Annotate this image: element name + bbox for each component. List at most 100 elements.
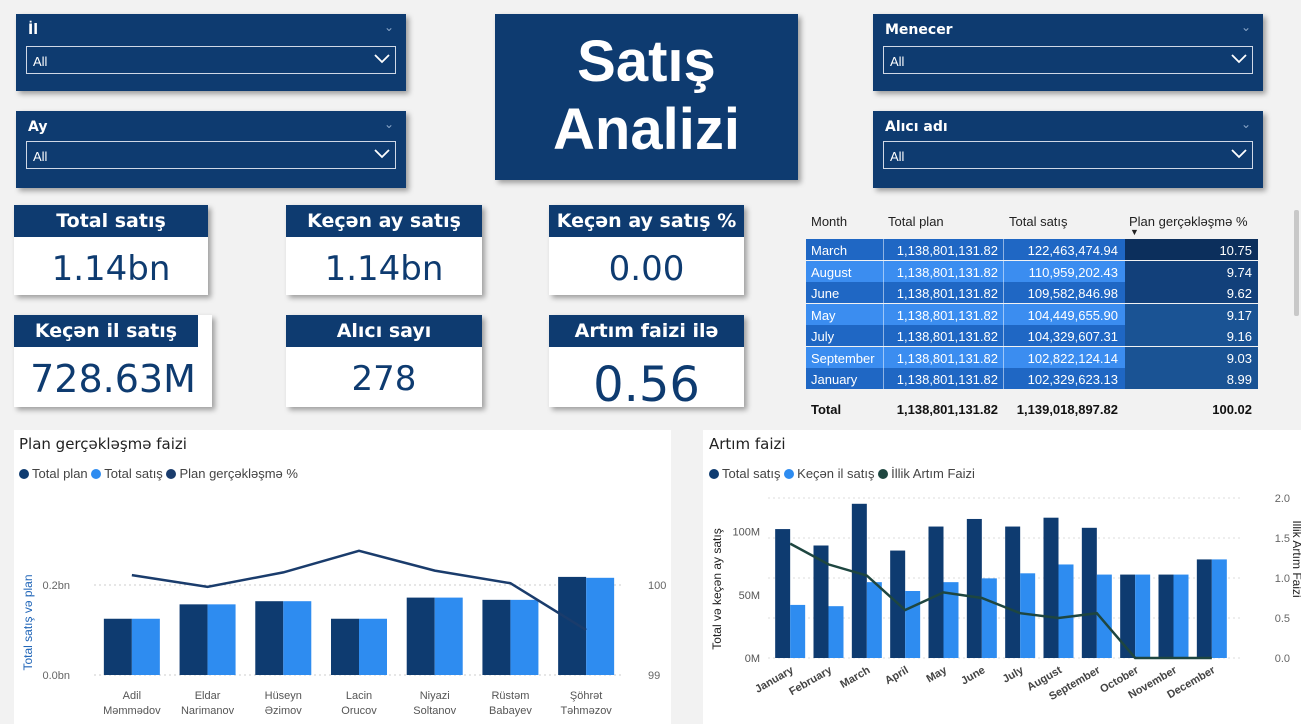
card-label: Artım faizi ilə görə: [549, 315, 744, 374]
table-row[interactable]: September 1,138,801,131.82 102,822,124.14 9…: [806, 346, 1258, 368]
card-last-year-sales: Keçən il satış 728.63M: [14, 315, 212, 407]
bar-total-plan: [255, 601, 284, 675]
table-body: March 1,138,801,131.82 122,463,474.94 10.75…: [806, 239, 1258, 401]
bar-total-sales: [586, 577, 615, 675]
slicer-manager[interactable]: Menecer ⌄ All: [873, 14, 1263, 91]
card-label: Total satış: [14, 205, 208, 237]
x-tick-label: Əzimov: [265, 705, 303, 717]
y2-tick-label: 99: [648, 670, 660, 682]
slicer-buyer[interactable]: Alıcı adı ⌄ All: [873, 111, 1263, 188]
bar-total-sales: [283, 601, 312, 675]
card-value: 728.63M: [30, 357, 196, 401]
y2-axis-label: İllik Artım Faizi: [1290, 520, 1301, 597]
bar-total-sales: [851, 503, 867, 658]
table-cell: September: [811, 350, 875, 366]
total-label: Total: [811, 402, 842, 417]
report-title: Satış Analizi: [495, 14, 798, 180]
bar-total-sales: [1043, 517, 1059, 658]
slicer-month[interactable]: Ay ⌄ All: [16, 111, 406, 188]
bar-total-sales: [510, 599, 539, 675]
table-cell: 1,138,801,131.82: [896, 286, 998, 301]
slicer-buyer-dropdown[interactable]: All: [883, 141, 1253, 169]
chart-plan-realization-panel: Plan gerçəkləşmə faizi Total plan Total …: [14, 430, 671, 724]
table-cell: 9.74: [1226, 264, 1252, 280]
column-divider: [1003, 260, 1004, 282]
table-cell: 110,959,202.43: [1028, 264, 1118, 280]
y-axis-label: Total və keçən ay satış: [710, 528, 724, 649]
slicer-manager-dropdown[interactable]: All: [883, 46, 1253, 74]
chevron-collapse-icon[interactable]: ⌄: [384, 20, 394, 34]
column-divider: [883, 325, 884, 346]
table-cell: 1,138,801,131.82: [896, 307, 998, 323]
bar-total-sales: [131, 618, 160, 675]
slicer-buyer-value: All: [890, 149, 905, 164]
bar-total-plan: [331, 618, 359, 675]
x-tick-label: Rüstəm: [491, 690, 529, 702]
chart-growth[interactable]: 0M 50M 100M 0.0 0.5 1.0 1.5 2.0 Total və keçən a…: [703, 430, 1301, 724]
total-sales: 1,139,018,897.82: [1016, 402, 1118, 417]
chart-plan-realization[interactable]: 0.0bn 0.2bn 99 100 Total satış və plan Adil Mə…: [14, 430, 671, 724]
column-divider: [1003, 325, 1004, 346]
table-row[interactable]: May 1,138,801,131.82 104,449,655.90 9.17: [806, 303, 1258, 325]
x-tick-label: Eldar: [195, 690, 221, 702]
table-cell: 9.62: [1226, 286, 1252, 301]
slicer-year[interactable]: İl ⌄ All: [16, 14, 406, 91]
column-divider: [1003, 346, 1004, 368]
x-tick-label: Soltanov: [413, 705, 456, 717]
chart-growth-panel: Artım faizi Total satış Keçən il satış İ…: [703, 430, 1301, 724]
table-row[interactable]: March 1,138,801,131.82 122,463,474.94 10.75: [806, 239, 1258, 260]
table-cell: 1,138,801,131.82: [896, 243, 998, 258]
sort-descending-icon: ▼: [1130, 227, 1139, 237]
month-table[interactable]: Month Total plan Total satış Plan gerçək…: [806, 205, 1258, 420]
bar-last-year-sales: [981, 578, 997, 658]
table-scrollbar[interactable]: [1294, 210, 1299, 316]
table-row[interactable]: August 1,138,801,131.82 110,959,202.43 9.74: [806, 260, 1258, 282]
y-tick-label: 0.0bn: [42, 670, 70, 682]
card-total-sales: Total satış 1.14bn: [14, 205, 208, 295]
slicer-buyer-title: Alıcı adı: [885, 119, 948, 135]
column-divider: [883, 368, 884, 389]
chevron-collapse-icon[interactable]: ⌄: [384, 117, 394, 131]
column-divider: [883, 346, 884, 368]
column-divider: [883, 303, 884, 325]
table-row[interactable]: June 1,138,801,131.82 109,582,846.98 9.62: [806, 282, 1258, 303]
chevron-collapse-icon[interactable]: ⌄: [1241, 20, 1251, 34]
chevron-down-icon: [1231, 149, 1247, 159]
bar-total-sales: [1120, 574, 1136, 658]
slicer-month-title: Ay: [28, 119, 48, 135]
card-label: Keçən ay satış %: [549, 205, 744, 237]
chevron-down-icon: [1231, 54, 1247, 64]
slicer-year-dropdown[interactable]: All: [26, 46, 396, 74]
card-value: 0.00: [608, 249, 685, 289]
column-divider: [1003, 282, 1004, 303]
total-pct: 100.02: [1212, 402, 1252, 417]
x-tick-label: Babayev: [489, 705, 532, 717]
x-tick-label: Məmmədov: [103, 705, 161, 717]
y2-tick-label: 2.0: [1275, 493, 1290, 505]
table-cell: 1,138,801,131.82: [896, 264, 998, 280]
table-cell: July: [811, 329, 835, 344]
bar-last-year-sales: [1173, 574, 1189, 658]
table-cell: 9.16: [1226, 329, 1252, 344]
bar-total-plan: [179, 604, 208, 675]
table-row[interactable]: January 1,138,801,131.82 102,329,623.13 8.9…: [806, 368, 1258, 389]
chevron-collapse-icon[interactable]: ⌄: [1241, 117, 1251, 131]
bar-total-plan: [103, 618, 132, 675]
table-cell: 1,138,801,131.82: [896, 329, 998, 344]
table-row[interactable]: July 1,138,801,131.82 104,329,607.31 9.16: [806, 325, 1258, 346]
x-tick-label: Narimanov: [181, 705, 235, 717]
slicer-month-dropdown[interactable]: All: [26, 141, 396, 169]
column-divider: [883, 260, 884, 282]
bar-last-year-sales: [866, 582, 882, 658]
bar-total-sales: [1081, 527, 1097, 658]
table-total-row: Total 1,138,801,131.82 1,139,018,897.82 …: [806, 398, 1258, 420]
table-cell: January: [811, 372, 858, 387]
bar-total-sales: [775, 529, 791, 658]
y2-tick-label: 0.0: [1275, 653, 1290, 665]
bar-total-sales: [207, 604, 236, 675]
bar-total-sales: [1196, 559, 1212, 658]
card-label: Keçən il satış: [14, 315, 198, 347]
table-cell: 122,463,474.94: [1027, 243, 1118, 258]
x-tick-label: Orucov: [341, 705, 377, 717]
y-axis-label: Total satış və plan: [21, 574, 35, 670]
